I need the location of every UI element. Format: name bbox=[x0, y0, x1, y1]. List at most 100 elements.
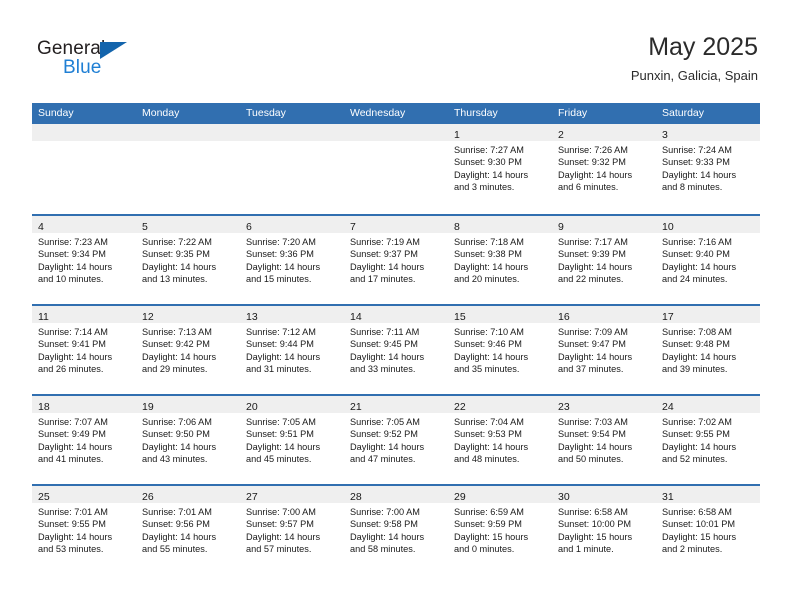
day-number-band: 11 bbox=[32, 306, 136, 323]
calendar-day-cell[interactable]: 20 Sunrise: 7:05 AM Sunset: 9:51 PM Dayligh… bbox=[240, 396, 344, 484]
calendar-day-cell[interactable]: 15 Sunrise: 7:10 AM Sunset: 9:46 PM Dayligh… bbox=[448, 306, 552, 394]
daylight-duration-line2: and 26 minutes. bbox=[38, 363, 104, 374]
sunrise-time: Sunrise: 7:17 AM bbox=[558, 237, 628, 247]
day-number: 16 bbox=[558, 311, 570, 323]
sunrise-time: Sunrise: 7:00 AM bbox=[246, 507, 316, 517]
daylight-duration-line1: Daylight: 14 hours bbox=[558, 261, 633, 272]
calendar-day-cell[interactable]: 13 Sunrise: 7:12 AM Sunset: 9:44 PM Dayligh… bbox=[240, 306, 344, 394]
calendar-day-cell[interactable]: 1 Sunrise: 7:27 AM Sunset: 9:30 PM Daylight… bbox=[448, 124, 552, 214]
calendar-day-cell[interactable]: 30 Sunrise: 6:58 AM Sunset: 10:00 PM Daylig… bbox=[552, 486, 656, 574]
calendar-day-cell[interactable]: 18 Sunrise: 7:07 AM Sunset: 9:49 PM Dayligh… bbox=[32, 396, 136, 484]
sunrise-time: Sunrise: 7:11 AM bbox=[350, 327, 420, 337]
sunset-time: Sunset: 9:36 PM bbox=[246, 249, 314, 260]
day-sun-info: Sunrise: 6:58 AM Sunset: 10:00 PM Daylight… bbox=[552, 503, 656, 555]
day-number-band bbox=[32, 124, 136, 141]
calendar-day-cell[interactable]: 26 Sunrise: 7:01 AM Sunset: 9:56 PM Dayligh… bbox=[136, 486, 240, 574]
calendar-day-cell[interactable]: 8 Sunrise: 7:18 AM Sunset: 9:38 PM Daylight… bbox=[448, 216, 552, 304]
calendar-day-cell[interactable]: 14 Sunrise: 7:11 AM Sunset: 9:45 PM Dayligh… bbox=[344, 306, 448, 394]
daylight-duration-line2: and 31 minutes. bbox=[246, 363, 312, 374]
daylight-duration-line1: Daylight: 14 hours bbox=[558, 169, 633, 180]
page-title: May 2025 bbox=[648, 33, 758, 61]
page-header: General Blue May 2025 Punxin, Galicia, S… bbox=[0, 0, 792, 96]
day-sun-info: Sunrise: 7:22 AM Sunset: 9:35 PM Daylight:… bbox=[136, 233, 240, 285]
day-number-band: 9 bbox=[552, 216, 656, 233]
daylight-duration-line2: and 35 minutes. bbox=[454, 363, 520, 374]
day-sun-info: Sunrise: 7:05 AM Sunset: 9:52 PM Daylight:… bbox=[344, 413, 448, 465]
calendar-day-cell[interactable]: 28 Sunrise: 7:00 AM Sunset: 9:58 PM Dayligh… bbox=[344, 486, 448, 574]
day-number: 18 bbox=[38, 401, 50, 413]
calendar-day-cell[interactable]: 29 Sunrise: 6:59 AM Sunset: 9:59 PM Dayligh… bbox=[448, 486, 552, 574]
daylight-duration-line2: and 52 minutes. bbox=[662, 453, 728, 464]
calendar-day-cell[interactable]: 21 Sunrise: 7:05 AM Sunset: 9:52 PM Dayligh… bbox=[344, 396, 448, 484]
day-number: 30 bbox=[558, 491, 570, 503]
logo-text-blue: Blue bbox=[63, 57, 102, 78]
calendar-day-cell[interactable]: 10 Sunrise: 7:16 AM Sunset: 9:40 PM Dayligh… bbox=[656, 216, 760, 304]
sunrise-time: Sunrise: 7:14 AM bbox=[38, 327, 108, 337]
calendar-day-cell[interactable]: 2 Sunrise: 7:26 AM Sunset: 9:32 PM Daylight… bbox=[552, 124, 656, 214]
calendar-day-cell[interactable]: 12 Sunrise: 7:13 AM Sunset: 9:42 PM Dayligh… bbox=[136, 306, 240, 394]
sunrise-time: Sunrise: 7:00 AM bbox=[350, 507, 420, 517]
day-sun-info: Sunrise: 7:27 AM Sunset: 9:30 PM Daylight:… bbox=[448, 141, 552, 193]
calendar-day-cell[interactable]: 6 Sunrise: 7:20 AM Sunset: 9:36 PM Daylight… bbox=[240, 216, 344, 304]
calendar-day-cell[interactable]: 5 Sunrise: 7:22 AM Sunset: 9:35 PM Daylight… bbox=[136, 216, 240, 304]
calendar-day-cell[interactable]: 3 Sunrise: 7:24 AM Sunset: 9:33 PM Daylight… bbox=[656, 124, 760, 214]
day-number: 14 bbox=[350, 311, 362, 323]
sunrise-time: Sunrise: 7:23 AM bbox=[38, 237, 108, 247]
day-sun-info: Sunrise: 7:20 AM Sunset: 9:36 PM Daylight:… bbox=[240, 233, 344, 285]
calendar-page: General Blue May 2025 Punxin, Galicia, S… bbox=[0, 0, 792, 612]
sunrise-time: Sunrise: 7:05 AM bbox=[246, 417, 316, 427]
calendar-weeks: 1 Sunrise: 7:27 AM Sunset: 9:30 PM Daylight… bbox=[32, 124, 760, 574]
calendar-day-cell[interactable]: 24 Sunrise: 7:02 AM Sunset: 9:55 PM Dayligh… bbox=[656, 396, 760, 484]
day-number: 27 bbox=[246, 491, 258, 503]
weekday-header-row: Sunday Monday Tuesday Wednesday Thursday Frid… bbox=[32, 103, 760, 124]
day-number-band: 2 bbox=[552, 124, 656, 141]
sunset-time: Sunset: 10:01 PM bbox=[662, 519, 736, 530]
calendar-week-row: 4 Sunrise: 7:23 AM Sunset: 9:34 PM Daylight… bbox=[32, 214, 760, 304]
day-number-band: 18 bbox=[32, 396, 136, 413]
daylight-duration-line1: Daylight: 14 hours bbox=[38, 531, 113, 542]
calendar-day-cell[interactable]: 9 Sunrise: 7:17 AM Sunset: 9:39 PM Daylight… bbox=[552, 216, 656, 304]
day-number-band: 31 bbox=[656, 486, 760, 503]
sunrise-time: Sunrise: 7:26 AM bbox=[558, 145, 628, 155]
sunset-time: Sunset: 9:34 PM bbox=[38, 249, 106, 260]
calendar-week-row: 11 Sunrise: 7:14 AM Sunset: 9:41 PM Dayligh… bbox=[32, 304, 760, 394]
daylight-duration-line1: Daylight: 14 hours bbox=[662, 169, 737, 180]
day-sun-info: Sunrise: 7:02 AM Sunset: 9:55 PM Daylight:… bbox=[656, 413, 760, 465]
day-sun-info: Sunrise: 7:10 AM Sunset: 9:46 PM Daylight:… bbox=[448, 323, 552, 375]
sunrise-time: Sunrise: 7:08 AM bbox=[662, 327, 732, 337]
day-sun-info: Sunrise: 7:01 AM Sunset: 9:55 PM Daylight:… bbox=[32, 503, 136, 555]
calendar-day-cell[interactable]: 17 Sunrise: 7:08 AM Sunset: 9:48 PM Dayligh… bbox=[656, 306, 760, 394]
calendar-day-cell[interactable]: 23 Sunrise: 7:03 AM Sunset: 9:54 PM Dayligh… bbox=[552, 396, 656, 484]
calendar-day-cell[interactable]: 19 Sunrise: 7:06 AM Sunset: 9:50 PM Dayligh… bbox=[136, 396, 240, 484]
calendar-day-cell[interactable]: 22 Sunrise: 7:04 AM Sunset: 9:53 PM Dayligh… bbox=[448, 396, 552, 484]
sunset-time: Sunset: 9:56 PM bbox=[142, 519, 210, 530]
sunset-time: Sunset: 9:55 PM bbox=[38, 519, 106, 530]
sunrise-time: Sunrise: 7:12 AM bbox=[246, 327, 316, 337]
daylight-duration-line2: and 33 minutes. bbox=[350, 363, 416, 374]
calendar-day-cell[interactable]: 7 Sunrise: 7:19 AM Sunset: 9:37 PM Daylight… bbox=[344, 216, 448, 304]
calendar-day-cell[interactable]: 11 Sunrise: 7:14 AM Sunset: 9:41 PM Dayligh… bbox=[32, 306, 136, 394]
day-sun-info: Sunrise: 7:19 AM Sunset: 9:37 PM Daylight:… bbox=[344, 233, 448, 285]
day-sun-info: Sunrise: 7:00 AM Sunset: 9:58 PM Daylight:… bbox=[344, 503, 448, 555]
daylight-duration-line1: Daylight: 15 hours bbox=[454, 531, 529, 542]
daylight-duration-line2: and 3 minutes. bbox=[454, 181, 515, 192]
day-number: 31 bbox=[662, 491, 674, 503]
day-number-band: 12 bbox=[136, 306, 240, 323]
daylight-duration-line1: Daylight: 14 hours bbox=[350, 441, 425, 452]
daylight-duration-line1: Daylight: 14 hours bbox=[558, 351, 633, 362]
calendar-day-cell[interactable]: 31 Sunrise: 6:58 AM Sunset: 10:01 PM Daylig… bbox=[656, 486, 760, 574]
sunset-time: Sunset: 9:42 PM bbox=[142, 339, 210, 350]
calendar-day-cell[interactable]: 27 Sunrise: 7:00 AM Sunset: 9:57 PM Dayligh… bbox=[240, 486, 344, 574]
daylight-duration-line1: Daylight: 14 hours bbox=[246, 441, 321, 452]
day-number: 13 bbox=[246, 311, 258, 323]
sunset-time: Sunset: 9:54 PM bbox=[558, 429, 626, 440]
day-number: 11 bbox=[38, 311, 49, 323]
daylight-duration-line1: Daylight: 14 hours bbox=[662, 351, 737, 362]
sunset-time: Sunset: 9:37 PM bbox=[350, 249, 418, 260]
calendar-day-cell[interactable]: 25 Sunrise: 7:01 AM Sunset: 9:55 PM Dayligh… bbox=[32, 486, 136, 574]
calendar-day-cell[interactable]: 4 Sunrise: 7:23 AM Sunset: 9:34 PM Daylight… bbox=[32, 216, 136, 304]
daylight-duration-line1: Daylight: 14 hours bbox=[246, 261, 321, 272]
calendar-day-cell[interactable]: 16 Sunrise: 7:09 AM Sunset: 9:47 PM Dayligh… bbox=[552, 306, 656, 394]
calendar-week-row: 18 Sunrise: 7:07 AM Sunset: 9:49 PM Dayligh… bbox=[32, 394, 760, 484]
day-number: 23 bbox=[558, 401, 570, 413]
